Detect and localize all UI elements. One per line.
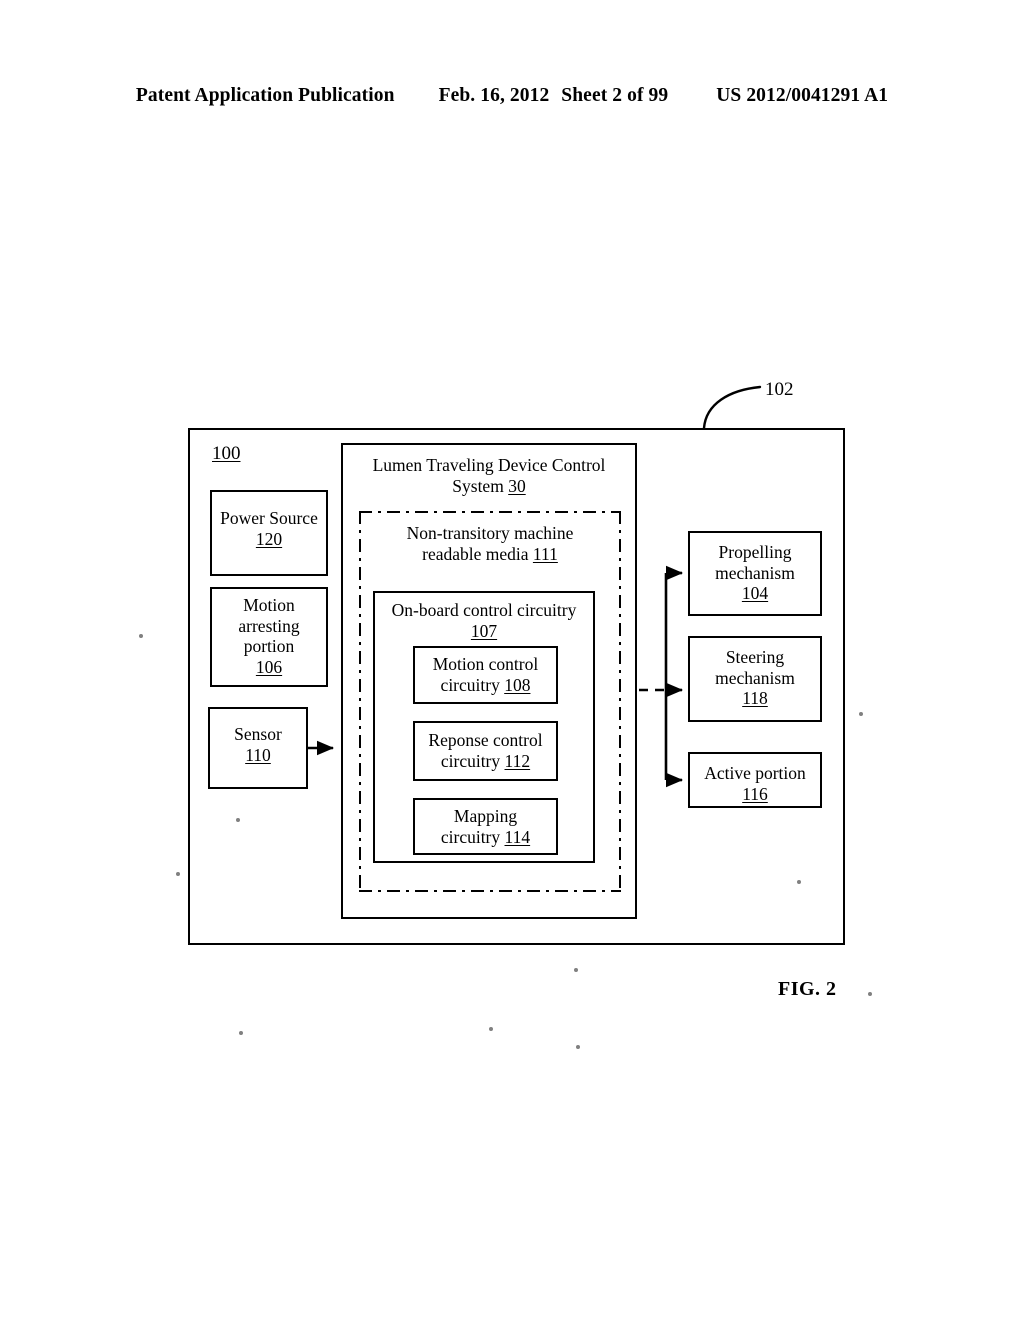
mapping-line1: Mapping [453, 805, 518, 826]
block-power-source: Power Source 120 [210, 490, 328, 576]
control-system-ref: 30 [508, 476, 526, 496]
onboard-title-line1: On-board control circuitry [391, 600, 577, 620]
media-border-bottom [359, 889, 621, 892]
propelling-ref: 104 [741, 583, 769, 604]
steering-line1: Steering [725, 647, 785, 667]
scan-speckle [576, 1045, 580, 1049]
motion-control-line2: circuitry [440, 675, 500, 695]
media-border-right [618, 511, 621, 892]
page-header: Patent Application Publication Feb. 16, … [0, 85, 1024, 115]
motion-control-ref: 108 [504, 675, 531, 695]
media-title-line1: Non-transitory machine [406, 523, 574, 543]
media-ref: 111 [532, 544, 558, 564]
active-portion-line1: Active portion [704, 763, 806, 783]
steering-ref: 118 [742, 688, 768, 709]
scan-speckle [239, 1031, 243, 1035]
figure-caption: FIG. 2 [778, 978, 837, 1000]
block-motion-control-circuitry: Motion control circuitry 108 [413, 646, 558, 704]
media-title: Non-transitory machine readable media 11… [359, 523, 621, 565]
patent-drawing-page: Patent Application Publication Feb. 16, … [0, 0, 1024, 1320]
block-sensor: Sensor 110 [208, 707, 308, 789]
block-propelling-mechanism: Propelling mechanism 104 [688, 531, 822, 616]
scan-speckle [868, 992, 872, 996]
block-active-portion: Active portion 116 [688, 752, 822, 808]
header-date: Feb. 16, 2012 [438, 85, 550, 106]
scan-speckle [489, 1027, 493, 1031]
media-border-left [359, 511, 362, 892]
onboard-ref: 107 [470, 621, 498, 641]
leader-line-102 [702, 385, 762, 430]
control-system-title-line1: Lumen Traveling Device Control [372, 455, 606, 475]
mapping-ref: 114 [504, 826, 531, 847]
block-power-source-label: Power Source [220, 508, 318, 528]
block-mapping-circuitry: Mapping circuitry 114 [413, 798, 558, 855]
response-control-line2: circuitry [440, 751, 501, 771]
response-control-ref: 112 [504, 751, 531, 771]
header-sheet-number: Sheet 2 of 99 [561, 85, 669, 106]
block-sensor-label: Sensor [234, 724, 282, 744]
media-border-top [359, 511, 621, 514]
scan-speckle [236, 818, 240, 822]
propelling-line2: mechanism [715, 562, 795, 583]
block-power-source-ref: 120 [255, 528, 283, 549]
media-title-line2: readable media [422, 544, 529, 564]
block-motion-arresting-line1: Motion [243, 595, 295, 615]
block-response-control-circuitry: Reponse control circuitry 112 [413, 721, 558, 781]
scan-speckle [859, 712, 863, 716]
steering-line2: mechanism [715, 667, 795, 688]
motion-control-line1: Motion control [432, 654, 539, 674]
block-motion-arresting-line2: arresting [238, 615, 300, 636]
control-system-title-line2: System [452, 476, 504, 496]
scan-speckle [797, 880, 801, 884]
reference-numeral-102: 102 [765, 379, 794, 400]
header-patent-number: US 2012/0041291 A1 [716, 85, 889, 106]
scan-speckle [176, 872, 180, 876]
block-motion-arresting-portion: Motion arresting portion 106 [210, 587, 328, 687]
propelling-line1: Propelling [718, 542, 792, 562]
block-steering-mechanism: Steering mechanism 118 [688, 636, 822, 722]
response-control-line1: Reponse control [428, 730, 543, 750]
onboard-title: On-board control circuitry 107 [375, 600, 593, 642]
block-motion-arresting-line3: portion [243, 636, 295, 657]
control-system-title: Lumen Traveling Device Control System 30 [343, 455, 635, 497]
mapping-line2: circuitry [440, 826, 501, 847]
block-motion-arresting-ref: 106 [255, 656, 283, 677]
active-portion-ref: 116 [742, 783, 768, 804]
scan-speckle [574, 968, 578, 972]
scan-speckle [139, 634, 143, 638]
reference-numeral-100: 100 [212, 443, 241, 464]
block-sensor-ref: 110 [245, 744, 271, 765]
header-publication-title: Patent Application Publication [135, 85, 395, 106]
